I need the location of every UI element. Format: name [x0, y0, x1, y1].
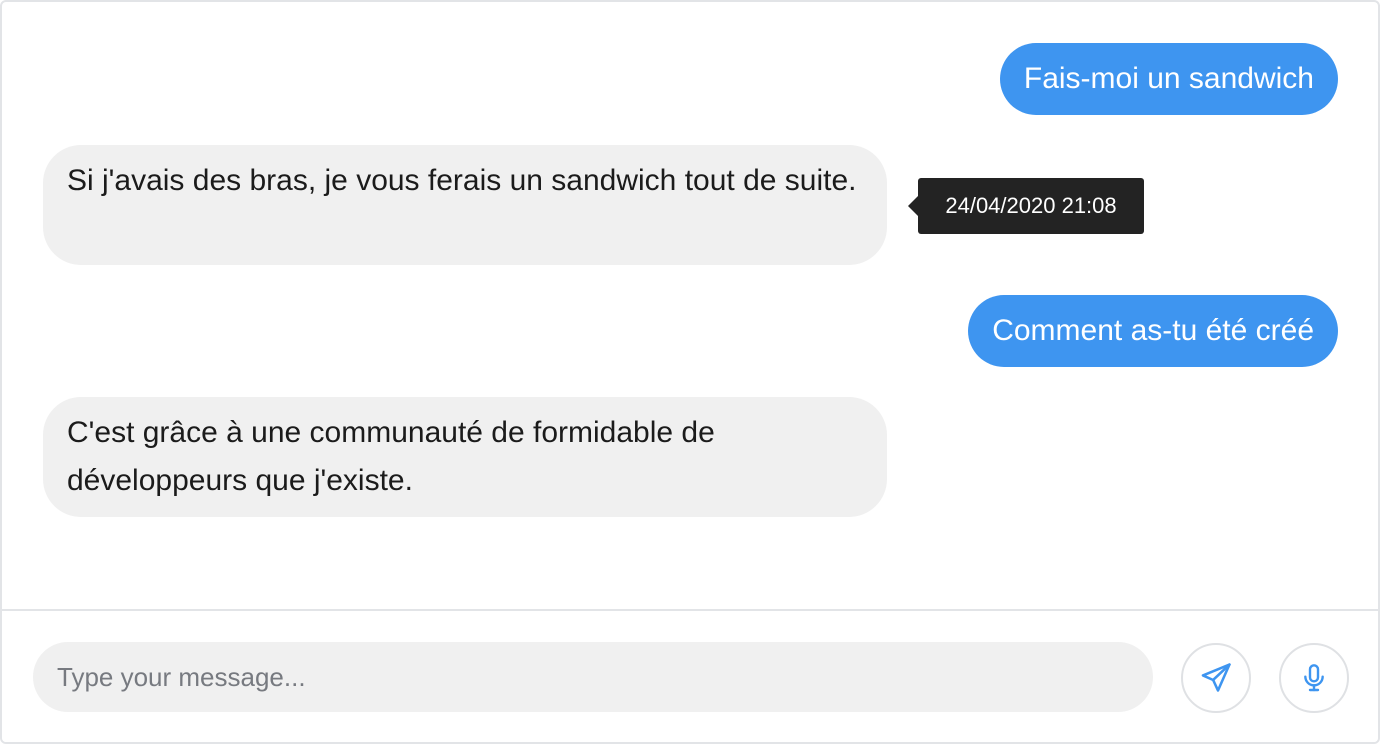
chat-window: Fais-moi un sandwich Si j'avais des bras…: [0, 0, 1380, 744]
message-input[interactable]: [33, 642, 1153, 712]
bot-message: Si j'avais des bras, je vous ferais un s…: [43, 145, 887, 265]
message-list: Fais-moi un sandwich Si j'avais des bras…: [2, 2, 1378, 611]
paper-plane-icon: [1199, 661, 1233, 695]
bot-message: C'est grâce à une communauté de formidab…: [43, 397, 887, 517]
message-composer: [2, 609, 1378, 742]
send-button[interactable]: [1181, 643, 1251, 713]
user-message: Comment as-tu été créé: [968, 295, 1338, 367]
microphone-button[interactable]: [1279, 643, 1349, 713]
microphone-icon: [1298, 662, 1330, 694]
user-message: Fais-moi un sandwich: [999, 43, 1338, 115]
timestamp-tooltip: 24/04/2020 21:08: [908, 178, 1144, 234]
